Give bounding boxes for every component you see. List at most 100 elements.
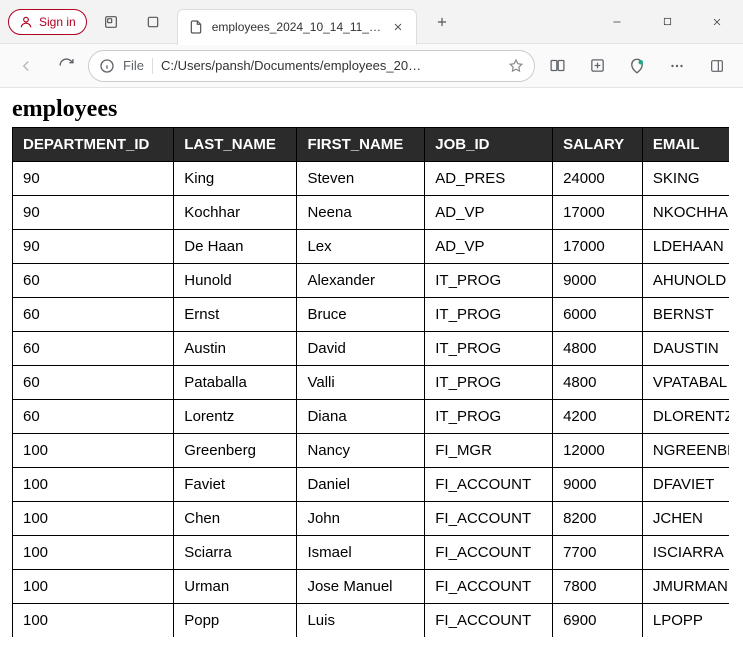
split-screen-button[interactable] <box>539 50 575 82</box>
table-cell: Neena <box>297 196 425 230</box>
table-row: 90KingStevenAD_PRES24000SKING <box>13 162 730 196</box>
table-cell: 90 <box>13 162 174 196</box>
table-cell: 60 <box>13 264 174 298</box>
table-cell: 7700 <box>553 536 643 570</box>
window-maximize-button[interactable] <box>645 6 689 38</box>
table-cell: Austin <box>174 332 297 366</box>
tab-actions-button[interactable] <box>135 6 171 38</box>
more-button[interactable] <box>659 50 695 82</box>
table-cell: FI_ACCOUNT <box>425 536 553 570</box>
table-cell: FI_ACCOUNT <box>425 604 553 638</box>
window-close-button[interactable] <box>695 6 739 38</box>
table-row: 100GreenbergNancyFI_MGR12000NGREENBE101 <box>13 434 730 468</box>
table-cell: AD_PRES <box>425 162 553 196</box>
table-cell: Daniel <box>297 468 425 502</box>
table-cell: ISCIARRA <box>642 536 729 570</box>
table-cell: 100 <box>13 502 174 536</box>
workspaces-button[interactable] <box>93 6 129 38</box>
sidebar-toggle-button[interactable] <box>699 50 735 82</box>
table-cell: FI_ACCOUNT <box>425 570 553 604</box>
signin-button[interactable]: Sign in <box>8 9 87 35</box>
table-cell: Faviet <box>174 468 297 502</box>
table-cell: Greenberg <box>174 434 297 468</box>
table-cell: 100 <box>13 536 174 570</box>
table-cell: BERNST <box>642 298 729 332</box>
table-cell: IT_PROG <box>425 332 553 366</box>
page-scroll[interactable]: employees DEPARTMENT_IDLAST_NAMEFIRST_NA… <box>0 88 729 637</box>
browser-essentials-button[interactable] <box>619 50 655 82</box>
table-cell: Sciarra <box>174 536 297 570</box>
table-header-cell: LAST_NAME <box>174 128 297 162</box>
table-cell: Pataballa <box>174 366 297 400</box>
table-cell: NKOCHHAR <box>642 196 729 230</box>
table-cell: Diana <box>297 400 425 434</box>
address-bar[interactable]: File C:/Users/pansh/Documents/employees_… <box>88 50 535 82</box>
table-cell: 90 <box>13 196 174 230</box>
collections-button[interactable] <box>579 50 615 82</box>
table-cell: LPOPP <box>642 604 729 638</box>
table-row: 60PataballaValliIT_PROG4800VPATABAL103 <box>13 366 730 400</box>
refresh-button[interactable] <box>48 50 84 82</box>
table-cell: 9000 <box>553 468 643 502</box>
table-cell: JMURMAN <box>642 570 729 604</box>
table-cell: John <box>297 502 425 536</box>
table-cell: 24000 <box>553 162 643 196</box>
table-header-cell: EMAIL <box>642 128 729 162</box>
table-cell: FI_ACCOUNT <box>425 468 553 502</box>
table-cell: VPATABAL <box>642 366 729 400</box>
table-cell: Steven <box>297 162 425 196</box>
table-cell: 8200 <box>553 502 643 536</box>
table-cell: 60 <box>13 298 174 332</box>
table-cell: 17000 <box>553 230 643 264</box>
table-row: 90De HaanLexAD_VP17000LDEHAAN100 <box>13 230 730 264</box>
table-cell: Kochhar <box>174 196 297 230</box>
table-cell: Bruce <box>297 298 425 332</box>
table-cell: 6900 <box>553 604 643 638</box>
table-cell: David <box>297 332 425 366</box>
table-cell: AHUNOLD <box>642 264 729 298</box>
table-cell: 4800 <box>553 332 643 366</box>
table-cell: Luis <box>297 604 425 638</box>
table-header-cell: JOB_ID <box>425 128 553 162</box>
table-header-cell: DEPARTMENT_ID <box>13 128 174 162</box>
page-heading: employees <box>12 96 717 123</box>
table-cell: FI_MGR <box>425 434 553 468</box>
table-cell: 100 <box>13 434 174 468</box>
tab-close-button[interactable] <box>390 18 406 36</box>
table-cell: AD_VP <box>425 230 553 264</box>
table-cell: NGREENBE <box>642 434 729 468</box>
table-cell: 100 <box>13 570 174 604</box>
table-cell: DAUSTIN <box>642 332 729 366</box>
employees-table: DEPARTMENT_IDLAST_NAMEFIRST_NAMEJOB_IDSA… <box>12 127 729 637</box>
table-cell: Ismael <box>297 536 425 570</box>
table-cell: 90 <box>13 230 174 264</box>
table-cell: SKING <box>642 162 729 196</box>
back-button[interactable] <box>8 50 44 82</box>
table-cell: 100 <box>13 604 174 638</box>
table-cell: 4200 <box>553 400 643 434</box>
table-cell: IT_PROG <box>425 400 553 434</box>
table-header-cell: FIRST_NAME <box>297 128 425 162</box>
window-minimize-button[interactable] <box>595 6 639 38</box>
new-tab-button[interactable] <box>427 7 457 37</box>
table-cell: Hunold <box>174 264 297 298</box>
table-row: 100FavietDanielFI_ACCOUNT9000DFAVIET108 <box>13 468 730 502</box>
table-header-cell: SALARY <box>553 128 643 162</box>
table-cell: 6000 <box>553 298 643 332</box>
table-row: 100UrmanJose ManuelFI_ACCOUNT7800JMURMAN… <box>13 570 730 604</box>
browser-tab-active[interactable]: employees_2024_10_14_11_23_36 <box>177 9 417 45</box>
table-cell: LDEHAAN <box>642 230 729 264</box>
table-cell: 60 <box>13 366 174 400</box>
table-cell: Alexander <box>297 264 425 298</box>
page-info-icon[interactable] <box>99 58 115 74</box>
signin-label: Sign in <box>39 15 76 29</box>
table-row: 60AustinDavidIT_PROG4800DAUSTIN103 <box>13 332 730 366</box>
favorite-button[interactable] <box>504 54 528 78</box>
table-cell: 100 <box>13 468 174 502</box>
table-cell: Jose Manuel <box>297 570 425 604</box>
table-cell: Valli <box>297 366 425 400</box>
file-icon <box>188 19 204 35</box>
table-cell: Chen <box>174 502 297 536</box>
toolbar: File C:/Users/pansh/Documents/employees_… <box>0 44 743 88</box>
table-header-row: DEPARTMENT_IDLAST_NAMEFIRST_NAMEJOB_IDSA… <box>13 128 730 162</box>
